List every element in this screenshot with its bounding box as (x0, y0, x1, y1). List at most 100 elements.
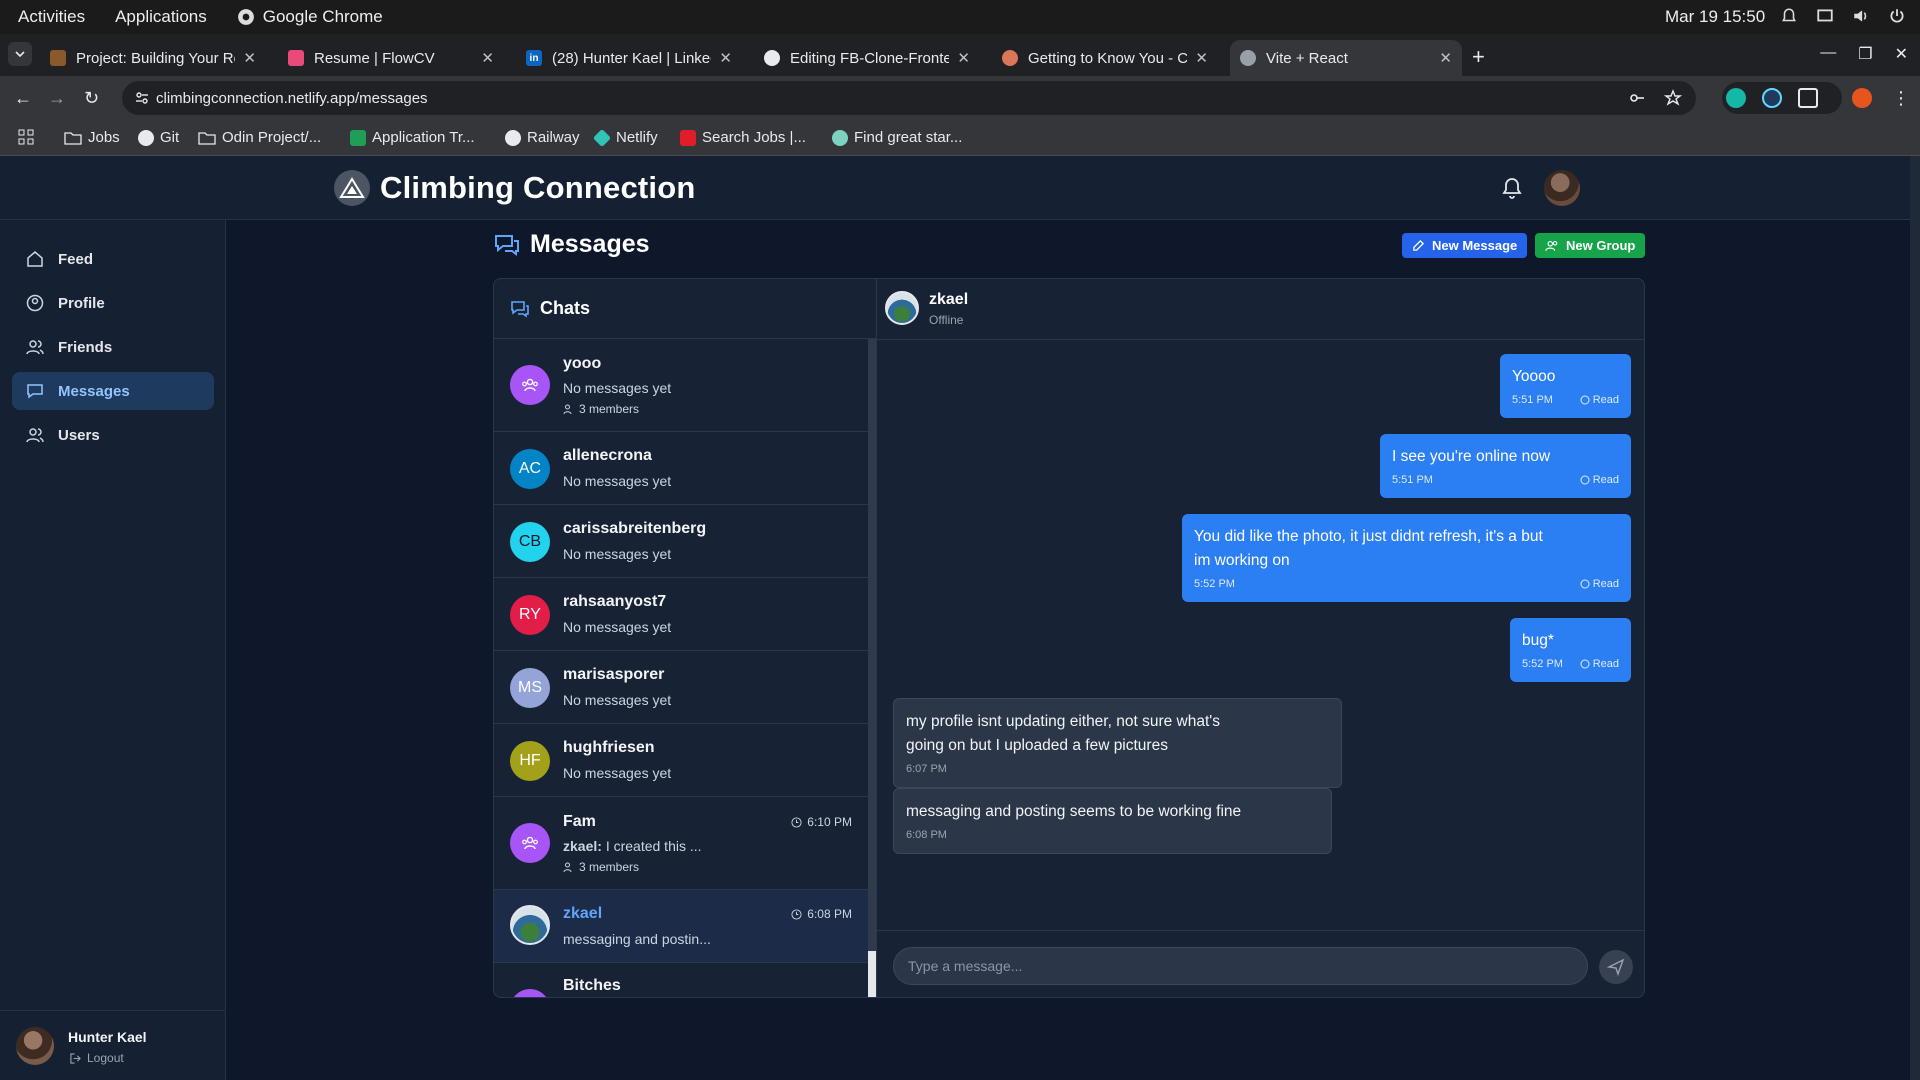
chat-time-text: 6:08 PM (807, 907, 852, 921)
bookmark-odin-project[interactable]: Odin Project/... (198, 129, 321, 146)
chat-preview: No messages yet (563, 765, 672, 781)
back-arrow-icon[interactable]: ← (14, 88, 32, 109)
folder-icon (198, 131, 216, 145)
browser-tab[interactable]: Project: Building Your Re ✕ (40, 40, 266, 76)
read-receipt: Read (1580, 473, 1619, 487)
new-group-button[interactable]: New Group (1535, 233, 1646, 258)
browser-tab[interactable]: Resume | FlowCV ✕ (278, 40, 504, 76)
chat-item-hughfriesen[interactable]: HF hughfriesen No messages yet (494, 724, 868, 797)
message-time: 6:08 PM (906, 829, 947, 841)
send-button[interactable] (1599, 950, 1633, 984)
os-top-bar: Activities Applications Google Chrome Ma… (0, 0, 1920, 34)
chat-icon (27, 384, 43, 399)
kebab-menu-icon[interactable]: ⋮ (1892, 88, 1910, 109)
conversation-status: Offline (929, 313, 964, 327)
bookmark-label: Jobs (88, 129, 120, 146)
chat-members: 3 members (563, 402, 639, 416)
avatar[interactable] (885, 291, 919, 325)
chat-item-zkael[interactable]: zkael 6:08 PM messaging and postin... (494, 890, 868, 963)
bookmark-railway[interactable]: Railway (505, 129, 580, 146)
railway-icon (505, 129, 521, 146)
users-icon (563, 862, 572, 872)
sidebar-item-friends[interactable]: Friends (12, 328, 214, 366)
minimize-icon[interactable]: — (1820, 44, 1836, 64)
chat-icon (511, 300, 529, 317)
page-scrollbar[interactable] (1910, 156, 1920, 1080)
close-window-icon[interactable]: ✕ (1895, 44, 1908, 64)
system-tray[interactable] (1780, 7, 1906, 25)
check-circle-icon (1580, 579, 1590, 589)
clock-icon (791, 908, 802, 920)
sidebar-item-label: Messages (58, 382, 130, 400)
bookmark-star-icon[interactable] (1664, 89, 1682, 107)
address-bar[interactable]: climbingconnection.netlify.app/messages (122, 81, 1696, 115)
close-icon[interactable]: ✕ (481, 49, 494, 67)
chat-item-fam[interactable]: Fam 6:10 PM zkael: I created this ... 3 … (494, 797, 868, 890)
close-icon[interactable]: ✕ (243, 49, 256, 67)
extensions-puzzle-icon[interactable] (1798, 88, 1818, 108)
logout-link[interactable]: Logout (70, 1051, 124, 1065)
chat-item-yooo[interactable]: yooo No messages yet 3 members (494, 339, 868, 432)
site-info-icon (136, 92, 148, 104)
chat-list-scroll-thumb[interactable] (868, 339, 876, 951)
bookmark-application-tracker[interactable]: Application Tr... (350, 129, 475, 146)
bookmark-search-jobs[interactable]: Search Jobs |... (680, 129, 806, 146)
message-input[interactable] (893, 947, 1588, 985)
header-avatar[interactable] (1544, 170, 1580, 206)
bookmark-label: Git (160, 129, 180, 146)
reload-icon[interactable]: ↻ (84, 88, 99, 109)
sidebar-item-messages[interactable]: Messages (12, 372, 214, 410)
chat-item-bitches[interactable]: Bitches (494, 963, 868, 997)
bookmark-find-startups[interactable]: Find great star... (832, 129, 962, 146)
bookmark-jobs[interactable]: Jobs (64, 129, 120, 146)
browser-tab[interactable]: Editing FB-Clone-Fronte ✕ (754, 40, 980, 76)
sidebar-item-profile[interactable]: Profile (12, 284, 214, 322)
restore-icon[interactable]: ❐ (1858, 44, 1872, 64)
new-tab-button[interactable]: + (1472, 44, 1485, 70)
chat-item-allenecrona[interactable]: AC allenecrona No messages yet (494, 432, 868, 505)
sidebar-item-users[interactable]: Users (12, 416, 214, 454)
close-icon[interactable]: ✕ (719, 49, 732, 67)
active-app-name: Google Chrome (262, 7, 383, 26)
os-clock[interactable]: Mar 19 15:50 (1665, 7, 1765, 27)
browser-tab-active[interactable]: Vite + React ✕ (1230, 40, 1462, 76)
tab-title: (28) Hunter Kael | Linked (552, 49, 712, 67)
tab-title: Project: Building Your Re (76, 49, 236, 67)
profile-avatar-icon[interactable] (1852, 88, 1872, 108)
chat-name: hughfriesen (563, 739, 655, 756)
bookmark-git[interactable]: Git (138, 129, 179, 146)
forward-arrow-icon[interactable]: → (48, 88, 66, 109)
conversation-name: zkael (929, 291, 969, 308)
new-message-button[interactable]: New Message (1402, 233, 1528, 258)
applications-menu[interactable]: Applications (115, 7, 207, 27)
users-icon (563, 404, 572, 414)
page-title: Messages (494, 230, 650, 259)
sidebar-item-label: Friends (58, 338, 113, 356)
activities-button[interactable]: Activities (18, 7, 85, 27)
brand[interactable]: Climbing Connection (334, 170, 696, 206)
logout-label: Logout (87, 1051, 124, 1065)
close-icon[interactable]: ✕ (1439, 49, 1452, 67)
password-key-icon[interactable] (1628, 89, 1646, 107)
folder-icon (64, 131, 82, 145)
chat-name: yooo (563, 355, 602, 372)
close-icon[interactable]: ✕ (1195, 49, 1208, 67)
apps-grid-icon[interactable] (18, 129, 34, 145)
browser-tab[interactable]: Getting to Know You - Cl ✕ (992, 40, 1218, 76)
tab-search-button[interactable] (8, 42, 32, 66)
react-devtools-icon[interactable] (1762, 88, 1782, 108)
chat-list[interactable]: yooo No messages yet 3 members AC allene… (494, 339, 868, 997)
bookmark-netlify[interactable]: Netlify (592, 128, 658, 147)
avatar[interactable] (16, 1027, 54, 1065)
active-app-indicator[interactable]: Google Chrome (237, 7, 383, 27)
notifications-bell-icon[interactable] (1500, 176, 1524, 200)
browser-tab[interactable]: in (28) Hunter Kael | Linked ✕ (516, 40, 742, 76)
extension-m-icon[interactable] (1726, 88, 1746, 108)
chat-item-marisasporer[interactable]: MS marisasporer No messages yet (494, 651, 868, 724)
dice-icon (680, 129, 696, 146)
chat-item-carissabreitenberg[interactable]: CB carissabreitenberg No messages yet (494, 505, 868, 578)
chat-item-rahsaanyost7[interactable]: RY rahsaanyost7 No messages yet (494, 578, 868, 651)
sidebar-item-feed[interactable]: Feed (12, 240, 214, 278)
close-icon[interactable]: ✕ (957, 49, 970, 67)
bookmark-label: Search Jobs |... (702, 129, 806, 146)
